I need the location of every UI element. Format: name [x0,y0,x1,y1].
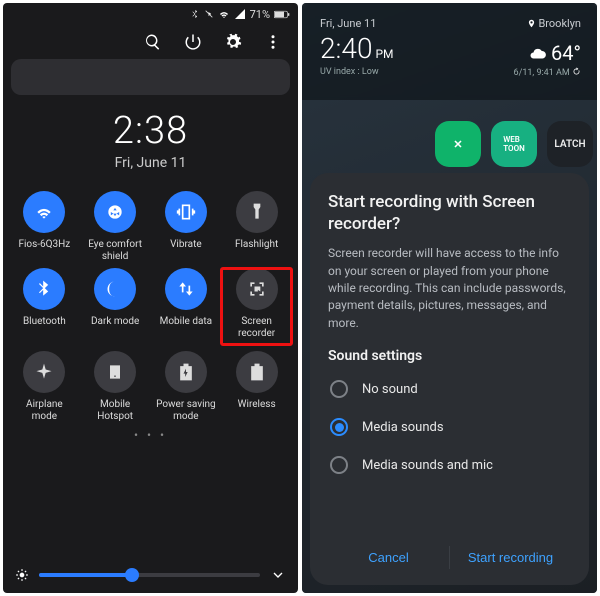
wifi-status-icon [218,8,230,20]
qs-tile-wireless[interactable]: Wireless [221,351,292,422]
qs-tile-label: Vibrate [170,239,202,251]
refresh-icon[interactable] [572,67,581,76]
qs-tile-label: Screen recorder [225,316,289,339]
screen-recorder-icon[interactable] [236,268,278,310]
media-output-panel[interactable] [11,59,290,95]
radio-icon[interactable] [330,380,348,398]
status-location: Brooklyn [527,17,581,30]
page-indicator: • • • [3,428,298,442]
qs-tile-label: Flashlight [235,239,278,251]
status-bar: 71% [3,3,298,25]
gear-icon[interactable] [224,33,242,51]
status-weather: 64° [529,41,581,65]
search-icon[interactable] [144,33,162,51]
bluetooth-status-icon [190,9,200,19]
qs-date: Fri, June 11 [3,155,298,171]
qs-time: 2:38 [3,109,298,153]
qs-tile-label: Airplane mode [12,399,76,422]
sound-option[interactable]: Media sounds and mic [328,448,571,482]
expanded-status: Fri, June 11 Brooklyn 2:40PM 64° UV inde… [302,3,597,100]
airplane-icon[interactable] [23,351,65,393]
qs-tiles-grid: Fios-6Q3Hz Eye comfort shield Vibrate Flash… [3,171,298,422]
hotspot-icon[interactable] [94,351,136,393]
qs-tile-mobile-data[interactable]: Mobile data [151,268,222,345]
cancel-button[interactable]: Cancel [328,540,449,575]
cloud-icon [529,45,547,63]
battery-icon [274,10,290,19]
status-time: 2:40PM [320,32,394,65]
qs-tile-bluetooth[interactable]: Bluetooth [9,268,80,345]
location-pin-icon [527,19,536,28]
radio-icon[interactable] [330,456,348,474]
screen-recorder-dialog: Start recording with Screen recorder? Sc… [310,173,589,585]
quick-settings-screenshot: 71% 2:38 Fri, June 11 Fios-6Q3Hz Eye comf… [3,3,298,593]
qs-tile-label: Mobile data [160,316,213,328]
qs-tile-label: Power saving mode [154,399,218,422]
signal-status-icon [234,8,246,20]
status-updated: 6/11, 9:41 AM [514,67,581,78]
qs-tile-dark-mode[interactable]: Dark mode [80,268,151,345]
power-icon[interactable] [184,33,202,51]
bluetooth-icon[interactable] [23,268,65,310]
qs-tile-label: Mobile Hotspot [83,399,147,422]
sound-option-label: Media sounds [362,420,444,435]
sound-option-label: No sound [362,382,418,397]
eye-comfort-icon[interactable] [94,191,136,233]
battery-pct: 71% [250,8,270,21]
sound-option[interactable]: Media sounds [328,410,571,444]
qs-tile-label: Eye comfort shield [83,239,147,262]
qs-tile-vibrate[interactable]: Vibrate [151,191,222,262]
brightness-icon [15,568,29,582]
qs-tile-label: Fios-6Q3Hz [18,239,70,251]
more-icon[interactable] [264,33,282,51]
wireless-icon[interactable] [236,351,278,393]
dialog-body: Screen recorder will have access to the … [328,245,571,332]
vibrate-icon[interactable] [165,191,207,233]
app-icon[interactable]: LATCH [547,121,593,167]
brightness-row [3,567,298,583]
app-icon[interactable]: ✕ [435,121,481,167]
radio-icon[interactable] [330,418,348,436]
chevron-down-icon[interactable] [270,567,286,583]
clock-block: 2:38 Fri, June 11 [3,109,298,171]
qs-tile-label: Wireless [238,399,276,411]
sound-options: No sound Media sounds Media sounds and mic [328,372,571,482]
dialog-actions: Cancel Start recording [328,528,571,575]
qs-tile-airplane[interactable]: Airplane mode [9,351,80,422]
qs-tile-hotspot[interactable]: Mobile Hotspot [80,351,151,422]
wifi-icon[interactable] [23,191,65,233]
dark-mode-icon[interactable] [94,268,136,310]
status-uv: UV index : Low [320,67,379,78]
sound-option[interactable]: No sound [328,372,571,406]
mobile-data-icon[interactable] [165,268,207,310]
qs-tile-label: Dark mode [91,316,139,328]
app-icon[interactable]: WEBTOON [491,121,537,167]
qs-action-row [3,25,298,55]
sound-settings-heading: Sound settings [328,348,571,364]
flashlight-icon[interactable] [236,191,278,233]
qs-tile-wifi[interactable]: Fios-6Q3Hz [9,191,80,262]
dialog-title: Start recording with Screen recorder? [328,191,571,235]
sound-option-label: Media sounds and mic [362,458,493,473]
recorder-dialog-screenshot: Fri, June 11 Brooklyn 2:40PM 64° UV inde… [302,3,597,593]
mute-status-icon [204,9,214,19]
qs-tile-label: Bluetooth [23,316,66,328]
start-recording-button[interactable]: Start recording [450,540,571,575]
status-date: Fri, June 11 [320,17,376,30]
qs-tile-screen-recorder[interactable]: Screen recorder [221,268,292,345]
brightness-slider[interactable] [39,573,260,577]
qs-tile-flashlight[interactable]: Flashlight [221,191,292,262]
qs-tile-power-saving[interactable]: Power saving mode [151,351,222,422]
qs-tile-eye-comfort[interactable]: Eye comfort shield [80,191,151,262]
power-saving-icon[interactable] [165,351,207,393]
home-app-row: ✕ WEBTOON LATCH [435,121,597,167]
